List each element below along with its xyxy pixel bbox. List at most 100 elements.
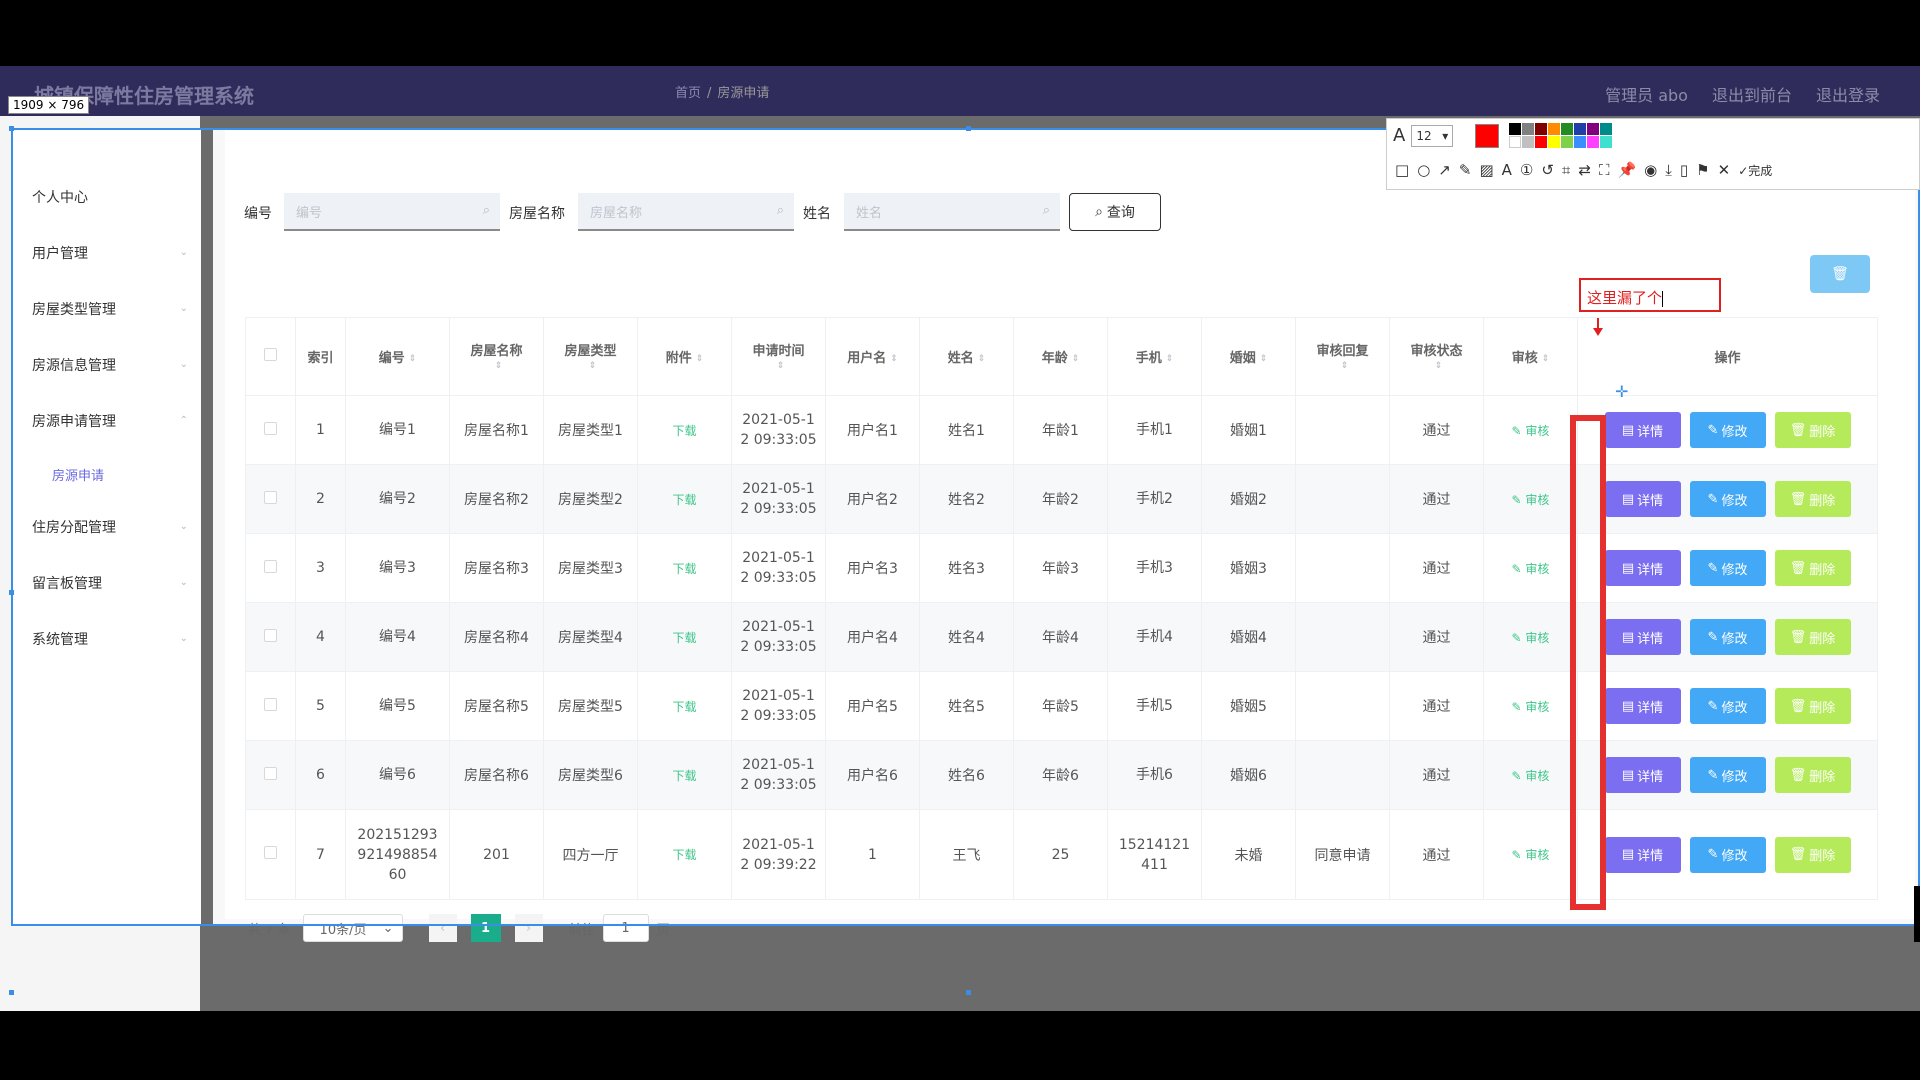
- current-page-button[interactable]: 1: [470, 914, 501, 942]
- edit-button[interactable]: ✎ 修改: [1689, 688, 1766, 724]
- color-swatch[interactable]: [1561, 136, 1574, 148]
- color-swatch[interactable]: [1535, 123, 1548, 135]
- bookmark-icon[interactable]: ⚑: [1696, 161, 1709, 179]
- scrollbar-handle[interactable]: [1914, 886, 1920, 942]
- download-icon[interactable]: ⤓: [1665, 161, 1672, 179]
- col-header-code[interactable]: 编号 ⇕: [345, 317, 450, 396]
- arrow-tool-icon[interactable]: ↗: [1438, 161, 1451, 179]
- row-checkbox-cell[interactable]: [245, 464, 296, 534]
- audit-link[interactable]: ✎ 审核: [1512, 700, 1550, 714]
- col-header-status[interactable]: 审核状态 ⇕: [1389, 317, 1484, 396]
- delete-button[interactable]: 🗑 删除: [1774, 688, 1851, 724]
- delete-button[interactable]: 🗑 删除: [1774, 412, 1851, 448]
- text-tool-icon[interactable]: A: [1502, 161, 1512, 179]
- sort-icon[interactable]: ⇕: [1435, 361, 1443, 371]
- color-swatch[interactable]: [1522, 136, 1535, 148]
- sidebar-item-allocation[interactable]: 住房分配管理 ⌄: [12, 507, 202, 547]
- done-button[interactable]: ✓完成: [1738, 162, 1772, 179]
- sidebar-item-house-application[interactable]: 房源申请管理 ⌃: [12, 401, 202, 441]
- row-checkbox-cell[interactable]: [245, 740, 296, 810]
- row-checkbox[interactable]: [264, 766, 277, 780]
- row-checkbox-cell[interactable]: [245, 671, 296, 741]
- selection-handle[interactable]: [9, 126, 14, 131]
- color-swatch[interactable]: [1574, 136, 1587, 148]
- color-swatch[interactable]: [1587, 123, 1600, 135]
- sort-icon[interactable]: ⇕: [495, 361, 503, 371]
- color-swatch[interactable]: [1522, 123, 1535, 135]
- query-button[interactable]: ⌕ 查询: [1069, 193, 1161, 231]
- record-icon[interactable]: ◉: [1644, 161, 1657, 179]
- edit-button[interactable]: ✎ 修改: [1689, 550, 1766, 586]
- col-header-marriage[interactable]: 婚姻 ⇕: [1201, 317, 1296, 396]
- col-header-age[interactable]: 年龄 ⇕: [1013, 317, 1108, 396]
- row-checkbox[interactable]: [264, 628, 277, 642]
- selection-handle[interactable]: [966, 126, 971, 131]
- col-header-apply-time[interactable]: 申请时间 ⇕: [731, 317, 826, 396]
- sort-icon[interactable]: ⇕: [890, 354, 898, 364]
- color-swatch[interactable]: [1509, 123, 1522, 135]
- sidebar-item-message-board[interactable]: 留言板管理 ⌄: [12, 563, 202, 603]
- search-input-code[interactable]: 编号 ⌕: [284, 193, 500, 231]
- annotation-text-box[interactable]: 这里漏了个: [1579, 278, 1721, 312]
- col-header-attachment[interactable]: 附件 ⇕: [637, 317, 732, 396]
- close-icon[interactable]: ✕: [1718, 161, 1731, 179]
- download-link[interactable]: 下载: [672, 631, 696, 645]
- select-all-header[interactable]: [245, 317, 296, 396]
- row-checkbox-cell[interactable]: [245, 395, 296, 465]
- col-header-name[interactable]: 姓名 ⇕: [919, 317, 1014, 396]
- row-checkbox[interactable]: [264, 697, 277, 711]
- sort-icon[interactable]: ⇕: [589, 361, 597, 371]
- color-swatch[interactable]: [1509, 136, 1522, 148]
- translate-icon[interactable]: ⇄: [1578, 161, 1591, 179]
- delete-button[interactable]: 🗑 删除: [1774, 836, 1851, 873]
- edit-button[interactable]: ✎ 修改: [1689, 481, 1766, 517]
- sidebar-item-house-info[interactable]: 房源信息管理 ⌄: [12, 345, 202, 385]
- batch-delete-button[interactable]: 🗑: [1810, 255, 1870, 293]
- row-checkbox[interactable]: [264, 490, 277, 504]
- detail-button[interactable]: ▤ 详情: [1604, 757, 1681, 793]
- goto-page-input[interactable]: 1: [602, 914, 649, 942]
- download-link[interactable]: 下载: [672, 424, 696, 438]
- sort-icon[interactable]: ⇕: [1260, 354, 1268, 364]
- search-input-name[interactable]: 姓名 ⌕: [844, 193, 1060, 231]
- color-swatch[interactable]: [1600, 123, 1613, 135]
- color-swatch[interactable]: [1574, 123, 1587, 135]
- number-tool-icon[interactable]: ①: [1520, 161, 1533, 179]
- download-link[interactable]: 下载: [672, 769, 696, 783]
- edit-button[interactable]: ✎ 修改: [1689, 619, 1766, 655]
- text-tool-icon[interactable]: A: [1393, 125, 1405, 146]
- sidebar-item-personal-center[interactable]: 个人中心: [12, 177, 202, 217]
- color-swatch[interactable]: [1548, 136, 1561, 148]
- row-checkbox[interactable]: [264, 559, 277, 573]
- color-swatch[interactable]: [1535, 136, 1548, 148]
- pin-icon[interactable]: 📌: [1617, 161, 1636, 179]
- col-header-username[interactable]: 用户名 ⇕: [825, 317, 920, 396]
- download-link[interactable]: 下载: [672, 562, 696, 576]
- current-color-swatch[interactable]: [1475, 123, 1500, 148]
- sort-icon[interactable]: ⇕: [696, 354, 704, 364]
- audit-link[interactable]: ✎ 审核: [1512, 424, 1550, 438]
- download-link[interactable]: 下载: [672, 493, 696, 507]
- sort-icon[interactable]: ⇕: [1072, 354, 1080, 364]
- color-swatch[interactable]: [1561, 123, 1574, 135]
- next-page-button[interactable]: ›: [514, 914, 543, 942]
- search-input-house-name[interactable]: 房屋名称 ⌕: [578, 193, 794, 231]
- color-swatch[interactable]: [1587, 136, 1600, 148]
- sort-icon[interactable]: ⇕: [1542, 354, 1550, 364]
- sort-icon[interactable]: ⇕: [1341, 361, 1349, 371]
- sidebar-item-house-type[interactable]: 房屋类型管理 ⌄: [12, 289, 202, 329]
- sort-icon[interactable]: ⇕: [777, 361, 785, 371]
- delete-button[interactable]: 🗑 删除: [1774, 757, 1851, 793]
- detail-button[interactable]: ▤ 详情: [1604, 688, 1681, 724]
- edit-button[interactable]: ✎ 修改: [1689, 836, 1766, 873]
- audit-link[interactable]: ✎ 审核: [1512, 848, 1550, 862]
- row-checkbox[interactable]: [264, 421, 277, 435]
- detail-button[interactable]: ▤ 详情: [1604, 619, 1681, 655]
- sort-icon[interactable]: ⇕: [409, 354, 417, 364]
- row-checkbox-cell[interactable]: [245, 602, 296, 672]
- delete-button[interactable]: 🗑 删除: [1774, 619, 1851, 655]
- audit-link[interactable]: ✎ 审核: [1512, 769, 1550, 783]
- page-size-select[interactable]: 10条/页 ⌄: [302, 914, 403, 942]
- col-header-audit[interactable]: 审核 ⇕: [1483, 317, 1578, 396]
- row-checkbox-cell[interactable]: [245, 809, 296, 900]
